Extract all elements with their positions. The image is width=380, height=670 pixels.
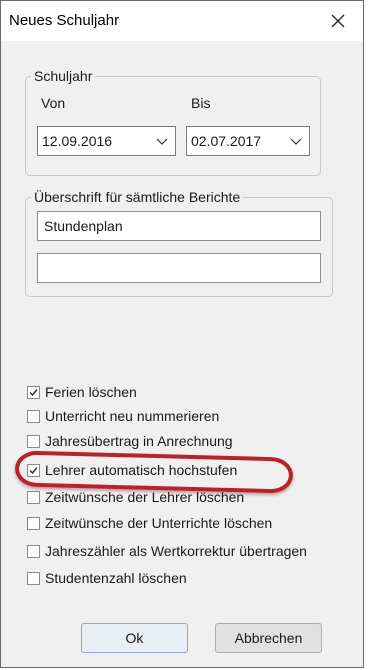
chevron-down-icon	[290, 138, 302, 145]
ok-button[interactable]: Ok	[81, 623, 188, 653]
option-studentenzahl[interactable]: Studentenzahl löschen	[27, 568, 187, 588]
heading-input-2-field[interactable]	[38, 254, 320, 282]
checkbox[interactable]	[27, 516, 40, 530]
bis-date-picker[interactable]: 02.07.2017	[186, 126, 310, 156]
heading-input-2[interactable]	[37, 253, 321, 283]
checkbox[interactable]	[27, 544, 40, 558]
bis-label: Bis	[191, 95, 211, 111]
checkbox[interactable]	[27, 434, 40, 448]
dialog-title: Neues Schuljahr	[9, 12, 120, 29]
ueberschrift-legend: Überschrift für sämtliche Berichte	[31, 189, 244, 205]
option-label: Jahreszähler als Wertkorrektur übertrage…	[45, 543, 307, 559]
checkbox[interactable]	[27, 463, 40, 477]
chevron-down-icon	[156, 138, 168, 145]
cancel-button[interactable]: Abbrechen	[215, 623, 322, 653]
bis-date-value: 02.07.2017	[191, 133, 262, 149]
checkbox[interactable]	[27, 409, 40, 423]
option-label: Jahresübertrag in Anrechnung	[45, 433, 233, 449]
option-label: Zeitwünsche der Lehrer löschen	[45, 489, 245, 505]
checkmark-icon	[29, 466, 38, 474]
option-unterricht-neu-nummerieren[interactable]: Unterricht neu nummerieren	[27, 406, 219, 426]
von-label: Von	[41, 95, 66, 111]
title-bar: Neues Schuljahr	[1, 1, 363, 41]
option-label: Ferien löschen	[45, 384, 137, 400]
dialog-window: Neues Schuljahr Schuljahr Von Bis 12.09.…	[0, 0, 364, 668]
checkbox[interactable]	[27, 385, 40, 399]
schuljahr-legend: Schuljahr	[31, 68, 96, 84]
von-date-picker[interactable]: 12.09.2016	[37, 126, 176, 156]
von-date-value: 12.09.2016	[42, 133, 113, 149]
option-jahreszaehler[interactable]: Jahreszähler als Wertkorrektur übertrage…	[27, 541, 307, 561]
heading-input-1-field[interactable]	[38, 212, 320, 240]
option-jahresuebertrag[interactable]: Jahresübertrag in Anrechnung	[27, 431, 233, 451]
close-button[interactable]	[317, 5, 359, 37]
option-lehrer-hochstufen[interactable]: Lehrer automatisch hochstufen	[27, 460, 237, 480]
checkbox[interactable]	[27, 490, 40, 504]
option-label: Zeitwünsche der Unterrichte löschen	[45, 515, 273, 531]
checkbox[interactable]	[27, 571, 40, 585]
option-label: Unterricht neu nummerieren	[45, 408, 220, 424]
option-label: Lehrer automatisch hochstufen	[45, 462, 238, 478]
checkmark-icon	[29, 388, 38, 396]
option-ferien-loeschen[interactable]: Ferien löschen	[27, 382, 137, 402]
option-zeitwuensche-unterrichte[interactable]: Zeitwünsche der Unterrichte löschen	[27, 513, 272, 533]
option-label: Studentenzahl löschen	[45, 570, 187, 586]
heading-input-1[interactable]	[37, 211, 321, 241]
option-zeitwuensche-lehrer[interactable]: Zeitwünsche der Lehrer löschen	[27, 487, 244, 507]
close-icon	[331, 14, 345, 28]
